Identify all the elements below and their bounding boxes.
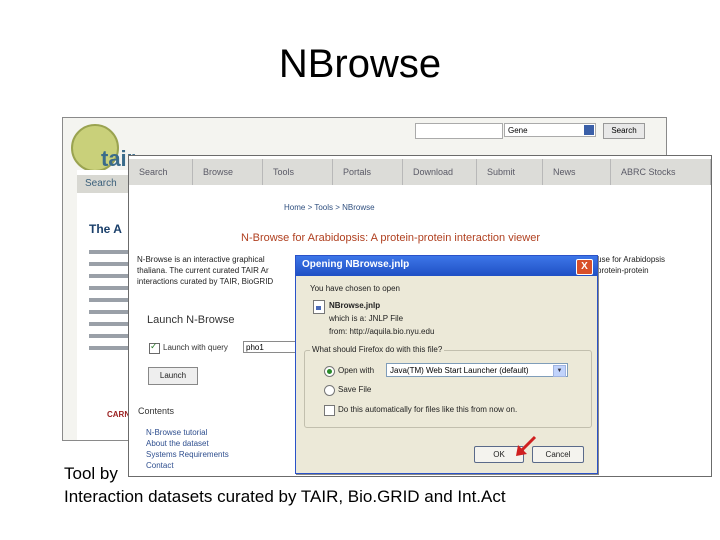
chevron-down-icon <box>584 125 594 135</box>
link-about-dataset[interactable]: About the dataset <box>146 438 229 449</box>
nav-item-browse[interactable]: Browse <box>193 159 263 185</box>
file-icon <box>313 300 325 314</box>
nav-item-tools[interactable]: Tools <box>263 159 333 185</box>
nav-item-download[interactable]: Download <box>403 159 477 185</box>
launch-section-title: Launch N-Browse <box>147 314 235 326</box>
query-input[interactable]: pho1 <box>243 341 299 353</box>
cancel-button[interactable]: Cancel <box>532 446 584 463</box>
save-file-label: Save File <box>338 385 372 394</box>
caption-line-2: Interaction datasets curated by TAIR, Bi… <box>64 487 506 506</box>
contents-links: N-Browse tutorial About the dataset Syst… <box>146 427 229 471</box>
tair-gene-select-value: Gene <box>508 126 528 135</box>
dialog-title: Opening NBrowse.jnlp <box>302 259 410 270</box>
dialog-file-name: NBrowse.jnlp <box>329 301 381 310</box>
open-with-select-value: Java(TM) Web Start Launcher (default) <box>390 366 529 375</box>
open-file-dialog: Opening NBrowse.jnlp X You have chosen t… <box>295 255 598 474</box>
dialog-file-source: from: http://aquila.bio.nyu.edu <box>329 327 435 336</box>
slide-title: NBrowse <box>278 42 442 86</box>
dialog-title-bar[interactable]: Opening NBrowse.jnlp X <box>296 256 597 276</box>
save-file-radio[interactable] <box>324 385 335 396</box>
auto-action-label: Do this automatically for files like thi… <box>338 405 518 414</box>
breadcrumb[interactable]: Home > Tools > NBrowse <box>284 203 375 212</box>
link-tutorial[interactable]: N-Browse tutorial <box>146 427 229 438</box>
auto-action-checkbox[interactable] <box>324 405 335 416</box>
chevron-down-icon: ▼ <box>553 365 566 377</box>
desc-right-line: protein-protein <box>597 266 649 275</box>
dialog-options-label: What should Firefox do with this file? <box>310 345 445 354</box>
launch-button[interactable]: Launch <box>148 367 198 385</box>
desc-right-line: use for Arabidopsis <box>597 255 666 264</box>
link-system-requirements[interactable]: Systems Requirements <box>146 449 229 460</box>
red-arrow-icon <box>516 435 537 456</box>
open-with-select[interactable]: Java(TM) Web Start Launcher (default) ▼ <box>386 363 568 377</box>
tair-top-search-input[interactable] <box>415 123 503 139</box>
nav-item-submit[interactable]: Submit <box>477 159 543 185</box>
nbrowse-nav-bar: Search Browse Tools Portals Download Sub… <box>129 159 711 187</box>
dialog-intro: You have chosen to open <box>310 284 401 293</box>
launch-with-query-checkbox[interactable] <box>149 341 160 354</box>
page-title: N-Browse for Arabidopsis: A protein-prot… <box>241 232 540 244</box>
nav-item-abrc-stocks[interactable]: ABRC Stocks <box>611 159 711 185</box>
contents-title: Contents <box>138 406 175 416</box>
nav-item-search[interactable]: Search <box>129 159 193 185</box>
tair-heading: The A <box>89 222 122 236</box>
launch-with-query-label: Launch with query <box>163 343 228 352</box>
nav-item-news[interactable]: News <box>543 159 611 185</box>
link-contact[interactable]: Contact <box>146 460 229 471</box>
caption-line-1: Tool by <box>64 464 118 483</box>
tair-search-button[interactable]: Search <box>603 123 645 139</box>
desc-right-text: use for Arabidopsis protein-protein <box>597 254 665 276</box>
open-with-label: Open with <box>338 366 375 375</box>
nav-item-portals[interactable]: Portals <box>333 159 403 185</box>
dialog-file-type: which is a: JNLP File <box>329 314 404 323</box>
open-with-radio[interactable] <box>324 366 335 377</box>
tair-gene-select[interactable]: Gene <box>504 123 596 137</box>
close-icon[interactable]: X <box>576 259 593 275</box>
